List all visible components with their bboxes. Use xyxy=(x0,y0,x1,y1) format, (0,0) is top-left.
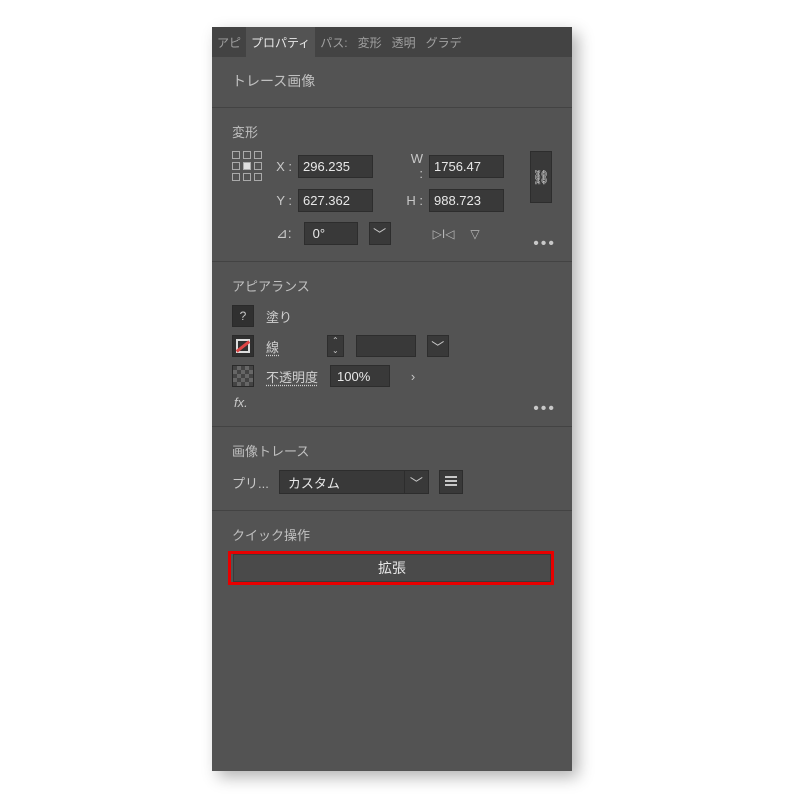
fx-button[interactable]: fx. xyxy=(234,395,552,410)
w-label: W : xyxy=(405,151,423,181)
tab-transform[interactable]: 変形 xyxy=(353,27,387,57)
reference-point-grid[interactable] xyxy=(232,151,262,181)
quick-ops-title: クイック操作 xyxy=(232,525,552,544)
opacity-label[interactable]: 不透明度 xyxy=(266,367,318,386)
appearance-title: アピアランス xyxy=(232,276,552,295)
section-image-trace: 画像トレース プリ... カスタム ﹀ xyxy=(212,427,572,511)
stroke-weight-dropdown-icon[interactable]: ﹀ xyxy=(427,335,449,357)
opacity-swatch[interactable] xyxy=(232,365,254,387)
constrain-proportions-icon[interactable]: ⛓ xyxy=(530,151,552,203)
properties-panel: アピ プロパティ パス: 変形 透明 グラデ トレース画像 変形 X : W : xyxy=(212,27,572,771)
section-object-type: トレース画像 xyxy=(212,57,572,108)
tab-appearance-short[interactable]: アピ xyxy=(212,27,246,57)
tab-path[interactable]: パス: xyxy=(315,27,352,57)
tab-gradient[interactable]: グラデ xyxy=(421,27,467,57)
y-input[interactable] xyxy=(298,189,373,212)
panel-tabs: アピ プロパティ パス: 変形 透明 グラデ xyxy=(212,27,572,57)
w-field: W : xyxy=(405,151,518,181)
preset-value: カスタム xyxy=(288,473,340,492)
fill-row: ? 塗り xyxy=(232,305,552,327)
stroke-weight-input[interactable] xyxy=(356,335,416,357)
angle-icon: ⊿: xyxy=(276,225,292,242)
h-label: H : xyxy=(405,193,423,208)
stroke-weight-stepper[interactable]: ⌃⌄ xyxy=(327,335,344,357)
section-transform: 変形 X : W : Y : xyxy=(212,108,572,262)
transform-more-icon[interactable]: ••• xyxy=(533,235,556,253)
tab-transparency[interactable]: 透明 xyxy=(387,27,421,57)
flip-horizontal-icon[interactable]: ▷I◁ xyxy=(433,227,455,241)
section-quick-ops: クイック操作 拡張 xyxy=(212,511,572,598)
fill-swatch[interactable]: ? xyxy=(232,305,254,327)
preset-label: プリ... xyxy=(232,473,269,492)
fill-label: 塗り xyxy=(266,307,292,326)
object-type-label: トレース画像 xyxy=(232,71,552,91)
flip-vertical-icon[interactable]: ▽ xyxy=(470,227,479,241)
x-label: X : xyxy=(274,159,292,174)
y-label: Y : xyxy=(274,193,292,208)
stroke-row: 線 ⌃⌄ ﹀ xyxy=(232,335,552,357)
x-field: X : xyxy=(274,151,387,181)
stroke-label[interactable]: 線 xyxy=(266,337,279,356)
tab-properties[interactable]: プロパティ xyxy=(246,27,315,57)
angle-dropdown-icon[interactable]: ﹀ xyxy=(369,222,391,245)
image-trace-title: 画像トレース xyxy=(232,441,552,460)
chevron-down-icon: ﹀ xyxy=(404,471,428,493)
section-appearance: アピアランス ? 塗り 線 ⌃⌄ ﹀ 不透明度 100% › fx. ••• xyxy=(212,262,572,427)
trace-panel-icon[interactable] xyxy=(439,470,463,494)
angle-input[interactable]: 0° xyxy=(304,222,358,245)
preset-dropdown[interactable]: カスタム ﹀ xyxy=(279,470,429,494)
w-input[interactable] xyxy=(429,155,504,178)
stroke-swatch[interactable] xyxy=(232,335,254,357)
h-input[interactable] xyxy=(429,189,504,212)
expand-button[interactable]: 拡張 xyxy=(233,554,551,582)
opacity-row: 不透明度 100% › xyxy=(232,365,552,387)
h-field: H : xyxy=(405,189,518,212)
transform-title: 変形 xyxy=(232,122,552,141)
appearance-more-icon[interactable]: ••• xyxy=(533,400,556,418)
opacity-input[interactable]: 100% xyxy=(330,365,390,387)
x-input[interactable] xyxy=(298,155,373,178)
opacity-expand-icon[interactable]: › xyxy=(402,365,424,387)
y-field: Y : xyxy=(274,189,387,212)
